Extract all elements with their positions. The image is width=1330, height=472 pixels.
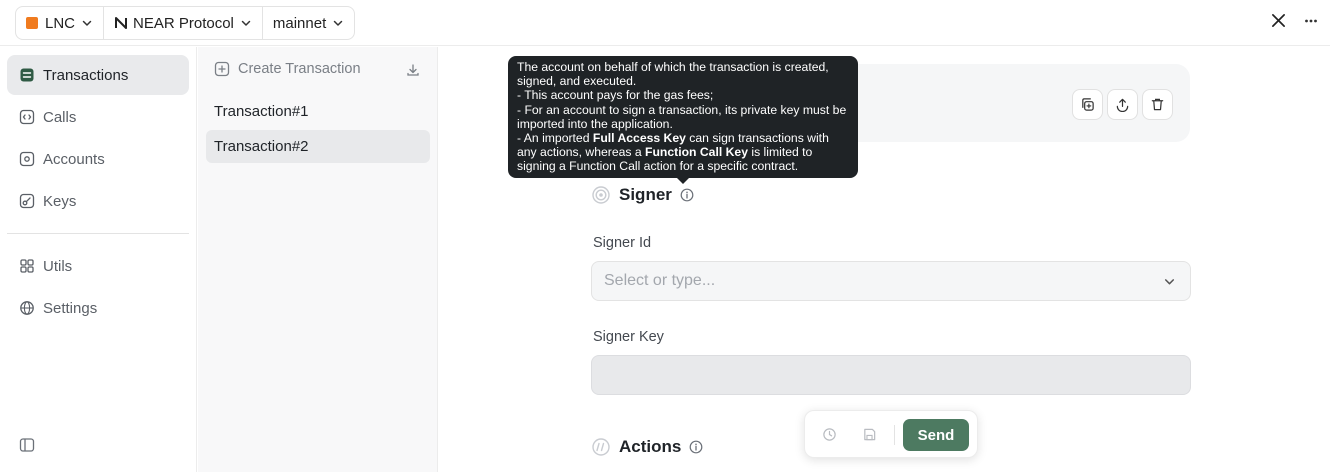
sidebar-item-utils[interactable]: Utils (7, 246, 189, 286)
create-transaction-label: Create Transaction (238, 61, 361, 77)
chevron-down-icon (81, 17, 93, 29)
info-icon[interactable] (680, 188, 694, 202)
tooltip-arrow (676, 177, 690, 184)
network-selector-group: LNC NEAR Protocol mainnet (15, 6, 356, 40)
more-horizontal-icon[interactable] (1304, 14, 1318, 28)
export-button[interactable] (1107, 89, 1138, 120)
copy-icon (1080, 97, 1095, 112)
info-icon[interactable] (689, 440, 703, 454)
upload-icon (1115, 97, 1130, 112)
sidebar-item-label: Transactions (43, 66, 129, 84)
signer-id-placeholder: Select or type... (604, 272, 716, 289)
trash-icon (1150, 97, 1165, 112)
tooltip-bold-text: Function Call Key (645, 145, 748, 160)
signer-id-select[interactable]: Select or type... (591, 261, 1191, 301)
at-sign-icon (19, 151, 35, 167)
signer-id-label: Signer Id (593, 235, 652, 251)
sidebar-item-label: Utils (43, 257, 73, 275)
grid-icon (19, 258, 35, 274)
actions-section-title: Actions (592, 437, 703, 457)
sidebar-item-settings[interactable]: Settings (7, 288, 189, 328)
duplicate-button[interactable] (1072, 89, 1103, 120)
sidebar: Transactions Calls Accounts Keys Utils S… (0, 47, 197, 472)
send-toolbar: Send (804, 410, 978, 458)
sidebar-toggle-icon[interactable] (19, 437, 35, 453)
chevron-down-icon (1163, 275, 1176, 288)
lnc-logo-icon (26, 17, 38, 29)
network-selector[interactable]: mainnet (261, 7, 354, 39)
near-logo-icon (114, 16, 128, 30)
sidebar-item-transactions[interactable]: Transactions (7, 55, 189, 95)
network-label: mainnet (272, 14, 327, 32)
sidebar-divider (7, 233, 189, 234)
globe-icon (19, 300, 35, 316)
toolbar-divider (894, 425, 895, 445)
tooltip-line: The account on behalf of which the trans… (517, 60, 829, 89)
download-icon[interactable] (406, 63, 420, 77)
tooltip-line: - This account pays for the gas fees; (517, 88, 714, 103)
signer-key-label: Signer Key (593, 329, 664, 345)
transaction-item[interactable]: Transaction#1 (206, 95, 430, 128)
top-bar: LNC NEAR Protocol mainnet (0, 0, 1330, 46)
sidebar-item-label: Accounts (43, 150, 105, 168)
signer-info-tooltip: The account on behalf of which the trans… (508, 56, 858, 184)
tooltip-line: - For an account to sign a transaction, … (517, 102, 847, 131)
sidebar-item-label: Settings (43, 299, 98, 317)
lnc-label: LNC (45, 14, 76, 32)
transactions-panel: Create Transaction Transaction#1 Transac… (198, 47, 438, 472)
tooltip-line: - An imported Full Access Key can sign t… (517, 131, 849, 174)
chevron-down-icon (332, 17, 344, 29)
tooltip-bold-text: Full Access Key (592, 131, 686, 146)
send-button[interactable]: Send (903, 419, 969, 451)
signer-title: Signer (619, 185, 672, 204)
delete-button[interactable] (1142, 89, 1173, 120)
signer-key-field[interactable] (591, 355, 1191, 395)
transaction-label: Transaction#2 (214, 138, 309, 155)
top-right-actions (1271, 13, 1318, 28)
tooltip-text: - An imported (517, 131, 593, 146)
sidebar-item-accounts[interactable]: Accounts (7, 139, 189, 179)
create-transaction-button[interactable]: Create Transaction (214, 61, 361, 77)
actions-icon (592, 438, 610, 456)
transaction-item-active[interactable]: Transaction#2 (206, 130, 430, 163)
signer-section-title: Signer (592, 185, 694, 205)
x-logo-icon[interactable] (1271, 13, 1286, 28)
transaction-label: Transaction#1 (214, 103, 309, 120)
sidebar-item-label: Keys (43, 192, 77, 210)
transactions-icon (19, 67, 35, 83)
plus-square-icon (214, 61, 230, 77)
lnc-selector[interactable]: LNC (16, 7, 103, 39)
history-icon[interactable] (822, 427, 837, 442)
sidebar-item-calls[interactable]: Calls (7, 97, 189, 137)
protocol-selector[interactable]: NEAR Protocol (103, 7, 262, 39)
sidebar-item-label: Calls (43, 108, 77, 126)
save-icon[interactable] (862, 427, 877, 442)
actions-title: Actions (619, 437, 682, 456)
signer-icon (592, 186, 610, 204)
sidebar-item-keys[interactable]: Keys (7, 181, 189, 221)
protocol-label: NEAR Protocol (133, 14, 234, 32)
chevron-down-icon (240, 17, 252, 29)
code-icon (19, 109, 35, 125)
key-icon (19, 193, 35, 209)
